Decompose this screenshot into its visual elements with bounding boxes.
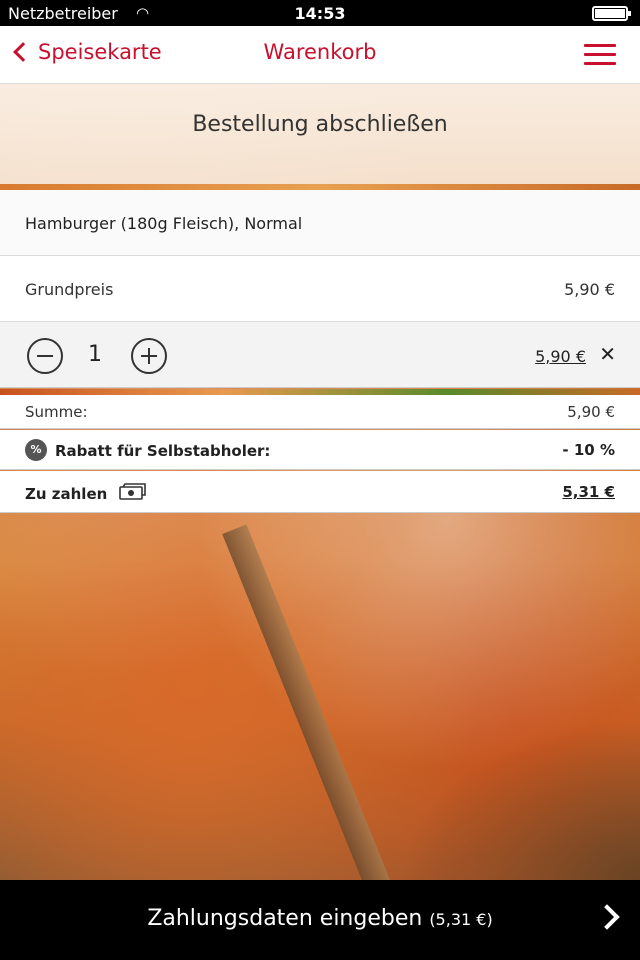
- quantity-value: 1: [88, 342, 102, 367]
- sum-value: 5,90 €: [567, 403, 615, 421]
- percent-badge-icon: %: [25, 439, 47, 461]
- enter-payment-button[interactable]: Zahlungsdaten eingeben (5,31 €): [0, 880, 640, 960]
- line-total-link[interactable]: 5,90 €: [535, 347, 586, 366]
- checkout-header: Bestellung abschließen: [0, 84, 640, 184]
- increase-quantity-button[interactable]: [131, 338, 167, 374]
- sum-row: Summe: 5,90 €: [0, 395, 640, 429]
- quantity-row: 1 5,90 € ✕: [0, 322, 640, 388]
- sum-label: Summe:: [25, 403, 88, 421]
- clock: 14:53: [294, 4, 346, 23]
- total-row: Zu zahlen 5,31 €: [0, 471, 640, 513]
- discount-value: - 10 %: [562, 441, 615, 459]
- nav-bar: Speisekarte Warenkorb: [0, 26, 640, 84]
- total-value[interactable]: 5,31 €: [562, 483, 615, 501]
- base-price-row: Grundpreis 5,90 €: [0, 256, 640, 322]
- decrease-quantity-button[interactable]: [27, 338, 63, 374]
- cta-amount: (5,31 €): [429, 910, 493, 929]
- base-price-value: 5,90 €: [564, 280, 615, 299]
- discount-label: Rabatt für Selbstabholer:: [55, 442, 271, 460]
- base-price-label: Grundpreis: [25, 280, 114, 299]
- page-title: Warenkorb: [263, 40, 377, 64]
- hamburger-menu-icon[interactable]: [584, 44, 616, 66]
- enter-payment-label: Zahlungsdaten eingeben (5,31 €): [0, 906, 640, 931]
- cart-item-name: Hamburger (180g Fleisch), Normal: [25, 214, 303, 233]
- discount-row: % Rabatt für Selbstabholer: - 10 %: [0, 430, 640, 470]
- cta-text: Zahlungsdaten eingeben: [147, 906, 423, 931]
- total-label: Zu zahlen: [25, 485, 108, 503]
- battery-icon: [592, 6, 631, 21]
- cart-item-row: Hamburger (180g Fleisch), Normal: [0, 190, 640, 256]
- checkout-title: Bestellung abschließen: [192, 112, 448, 137]
- status-bar: Netzbetreiber ◠ 14:53: [0, 0, 640, 26]
- close-icon[interactable]: ✕: [599, 342, 616, 366]
- cash-icon: [119, 483, 146, 500]
